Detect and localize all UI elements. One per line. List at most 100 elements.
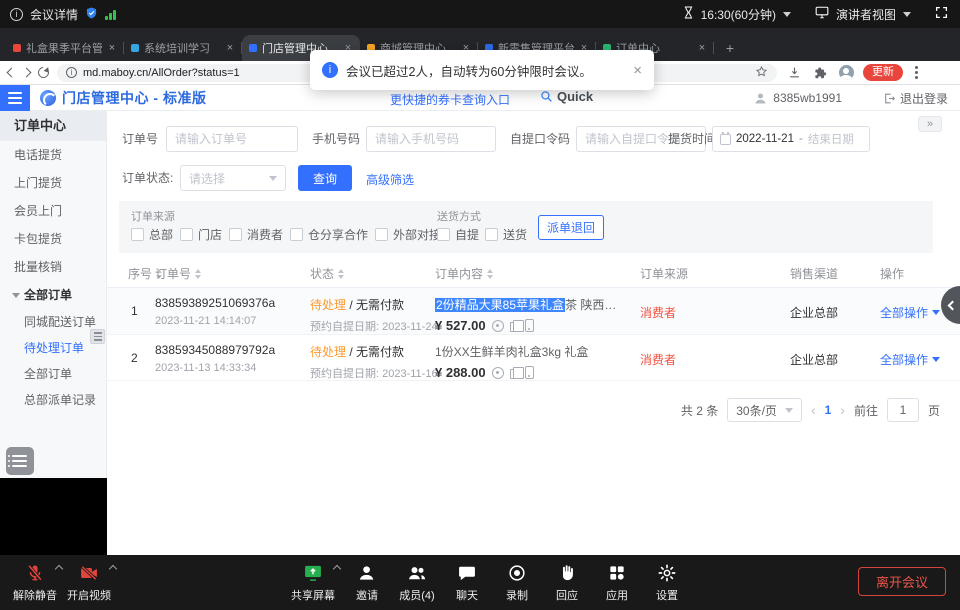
- source-checkbox-warehouse[interactable]: 仓分享合作: [290, 226, 368, 243]
- checkbox-icon[interactable]: [229, 228, 242, 241]
- refresh-icon[interactable]: [36, 65, 51, 80]
- sort-caret-icon[interactable]: [195, 269, 201, 279]
- share-screen-button[interactable]: 共享屏幕: [288, 562, 338, 603]
- reaction-button[interactable]: 回应: [542, 562, 592, 603]
- view-dropdown-caret[interactable]: [903, 12, 911, 17]
- meeting-detail-label[interactable]: 会议详情: [30, 6, 78, 23]
- source-checkbox-hq[interactable]: 总部: [131, 226, 173, 243]
- sidebar-item-door-pickup[interactable]: 上门提货: [0, 169, 106, 197]
- tab-close-icon[interactable]: [225, 42, 235, 54]
- col-status[interactable]: 状态: [310, 260, 344, 288]
- dispatch-return-button[interactable]: 派单退回: [538, 215, 604, 240]
- settings-button[interactable]: 设置: [642, 562, 692, 603]
- cell-pickup-date: 预约自提日期: 2023-11-24: [310, 318, 438, 334]
- tab-close-icon[interactable]: [107, 42, 117, 54]
- phone-icon[interactable]: [525, 319, 534, 332]
- checkbox-icon[interactable]: [180, 228, 193, 241]
- phone-icon[interactable]: [525, 366, 534, 379]
- date-start-value[interactable]: 2022-11-21: [736, 133, 794, 145]
- source-checkbox-external[interactable]: 外部对接: [375, 226, 441, 243]
- sidebar-item-phone-pickup[interactable]: 电话提货: [0, 141, 106, 169]
- row-actions-dropdown[interactable]: 全部操作: [880, 351, 940, 368]
- detail-icon[interactable]: [492, 367, 504, 379]
- browser-tab[interactable]: 系统培训学习: [124, 35, 242, 61]
- source-checkbox-consumer[interactable]: 消费者: [229, 226, 283, 243]
- back-icon[interactable]: [7, 68, 17, 78]
- order-no-input[interactable]: [166, 126, 298, 152]
- tab-close-icon[interactable]: [697, 42, 707, 54]
- sidebar-item-card-pickup[interactable]: 卡包提货: [0, 225, 106, 253]
- copy-icon[interactable]: [510, 369, 519, 379]
- fullscreen-icon[interactable]: [935, 6, 948, 22]
- browser-profile-avatar[interactable]: [837, 64, 855, 82]
- delivery-checkbox-pickup[interactable]: 自提: [437, 226, 479, 243]
- sidebar-bottom-void: [0, 478, 107, 555]
- date-range-picker[interactable]: 2022-11-21 - 结束日期: [712, 126, 870, 152]
- meeting-info-icon[interactable]: [10, 8, 23, 21]
- floating-list-button[interactable]: [6, 447, 34, 475]
- source-checkbox-store[interactable]: 门店: [180, 226, 222, 243]
- sort-caret-icon[interactable]: [338, 269, 344, 279]
- coupon-query-link[interactable]: 更快捷的券卡查询入口: [390, 91, 510, 108]
- col-order-no[interactable]: 订单号: [155, 260, 201, 288]
- quick-logo[interactable]: Quick: [540, 89, 593, 104]
- col-content[interactable]: 订单内容: [435, 260, 493, 288]
- network-signal-icon[interactable]: [105, 9, 116, 20]
- chat-button[interactable]: 聊天: [442, 562, 492, 603]
- browser-update-button[interactable]: 更新: [863, 64, 903, 81]
- toast-close-icon[interactable]: [633, 62, 642, 79]
- user-account[interactable]: 8385wb1991: [753, 85, 842, 111]
- video-button[interactable]: 开启视频: [64, 562, 114, 603]
- checkbox-icon[interactable]: [290, 228, 303, 241]
- leave-meeting-button[interactable]: 离开会议: [858, 567, 946, 596]
- new-tab-button[interactable]: [720, 38, 740, 58]
- copy-icon[interactable]: [510, 322, 519, 332]
- row-actions-dropdown[interactable]: 全部操作: [880, 304, 940, 321]
- order-status-select[interactable]: 请选择: [180, 165, 286, 191]
- forward-icon[interactable]: [22, 68, 32, 78]
- next-page-button[interactable]: [840, 402, 845, 418]
- checkbox-icon[interactable]: [437, 228, 450, 241]
- current-page[interactable]: 1: [825, 403, 832, 417]
- goto-page-input[interactable]: [887, 398, 919, 422]
- sidebar-collapse-handle[interactable]: [90, 329, 105, 344]
- table-row[interactable]: 1 83859389251069376a 2023-11-21 14:14:07…: [107, 288, 960, 335]
- gear-icon: [657, 562, 677, 584]
- search-button[interactable]: 查询: [298, 165, 352, 191]
- extensions-icon[interactable]: [811, 64, 829, 82]
- sidebar-sub-hq-dispatch[interactable]: 总部派单记录: [0, 387, 106, 413]
- phone-input[interactable]: [366, 126, 496, 152]
- page-size-select[interactable]: 30条/页: [727, 398, 802, 422]
- security-shield-icon[interactable]: [85, 6, 98, 23]
- timer-dropdown-caret[interactable]: [783, 12, 791, 17]
- date-end-placeholder[interactable]: 结束日期: [808, 131, 854, 147]
- sidebar-item-batch-verify[interactable]: 批量核销: [0, 253, 106, 281]
- invite-button[interactable]: 邀请: [342, 562, 392, 603]
- members-button[interactable]: 成员(4): [392, 562, 442, 603]
- sidebar-sub-all-orders[interactable]: 全部订单: [0, 361, 106, 387]
- app-menu-button[interactable]: [0, 85, 30, 111]
- checkbox-icon[interactable]: [485, 228, 498, 241]
- delivery-checkbox-deliver[interactable]: 送货: [485, 226, 527, 243]
- view-mode-label[interactable]: 演讲者视图: [836, 6, 896, 23]
- site-info-icon[interactable]: [66, 67, 77, 78]
- browser-tab[interactable]: 礼盒果季平台管理中心: [6, 35, 124, 61]
- browser-menu-icon[interactable]: [915, 71, 918, 74]
- advanced-filter-link[interactable]: 高级筛选: [366, 171, 414, 188]
- table-row[interactable]: 2 83859345088979792a 2023-11-13 14:33:34…: [107, 335, 960, 381]
- panel-collapse-button[interactable]: [918, 116, 942, 132]
- bookmark-star-icon[interactable]: [755, 65, 768, 81]
- checkbox-icon[interactable]: [375, 228, 388, 241]
- apps-button[interactable]: 应用: [592, 562, 642, 603]
- record-button[interactable]: 录制: [492, 562, 542, 603]
- detail-icon[interactable]: [492, 320, 504, 332]
- prev-page-button[interactable]: [811, 402, 816, 418]
- sort-caret-icon[interactable]: [487, 269, 493, 279]
- logout-button[interactable]: 退出登录: [883, 85, 948, 111]
- sidebar-item-member-visit[interactable]: 会员上门: [0, 197, 106, 225]
- download-icon[interactable]: [785, 64, 803, 82]
- mute-button[interactable]: 解除静音: [10, 562, 60, 603]
- sidebar-section-order-center[interactable]: 订单中心: [0, 111, 106, 141]
- checkbox-icon[interactable]: [131, 228, 144, 241]
- sidebar-group-all-orders[interactable]: 全部订单: [0, 281, 106, 309]
